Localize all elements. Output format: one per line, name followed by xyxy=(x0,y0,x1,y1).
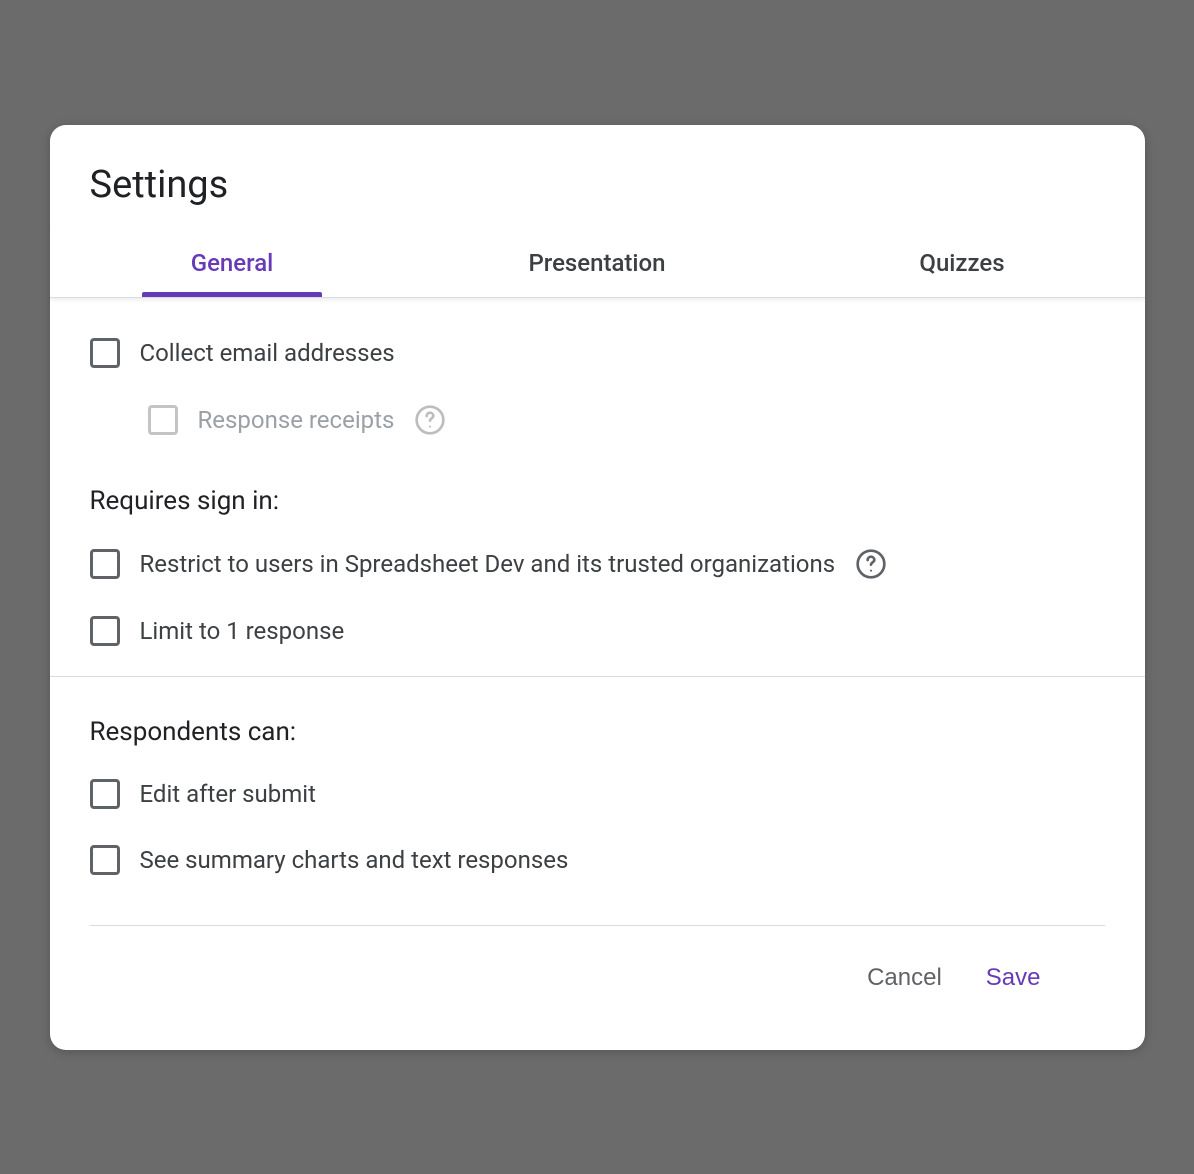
tab-quizzes[interactable]: Quizzes xyxy=(780,231,1145,297)
checkbox-restrict[interactable] xyxy=(90,549,120,579)
actions-wrapper: Cancel Save xyxy=(50,905,1145,1050)
label-edit-after-submit: Edit after submit xyxy=(140,780,316,808)
tab-label: Quizzes xyxy=(919,249,1004,277)
section-respondents: Respondents can: Edit after submit See s… xyxy=(50,676,1145,905)
checkbox-collect-email[interactable] xyxy=(90,338,120,368)
dialog-actions: Cancel Save xyxy=(90,925,1105,1050)
label-collect-email: Collect email addresses xyxy=(140,339,395,367)
tabs: General Presentation Quizzes xyxy=(50,231,1145,298)
row-collect-email: Collect email addresses xyxy=(90,338,1105,368)
tab-general[interactable]: General xyxy=(50,231,415,297)
heading-respondents: Respondents can: xyxy=(90,717,1105,747)
row-summary: See summary charts and text responses xyxy=(90,845,1105,875)
row-response-receipts: Response receipts xyxy=(90,404,1105,436)
settings-dialog: Settings General Presentation Quizzes Co… xyxy=(50,125,1145,1050)
label-summary: See summary charts and text responses xyxy=(140,846,569,874)
tab-label: General xyxy=(191,249,274,277)
save-button[interactable]: Save xyxy=(982,956,1045,1000)
checkbox-summary[interactable] xyxy=(90,845,120,875)
help-icon[interactable] xyxy=(855,548,887,580)
row-limit: Limit to 1 response xyxy=(90,616,1105,646)
checkbox-limit[interactable] xyxy=(90,616,120,646)
label-response-receipts: Response receipts xyxy=(198,406,395,434)
tab-presentation[interactable]: Presentation xyxy=(415,231,780,297)
label-limit: Limit to 1 response xyxy=(140,617,345,645)
checkbox-edit-after-submit[interactable] xyxy=(90,779,120,809)
row-edit-after-submit: Edit after submit xyxy=(90,779,1105,809)
tab-label: Presentation xyxy=(528,249,665,277)
dialog-title: Settings xyxy=(50,125,1145,231)
label-restrict: Restrict to users in Spreadsheet Dev and… xyxy=(140,550,836,578)
help-icon[interactable] xyxy=(414,404,446,436)
row-restrict: Restrict to users in Spreadsheet Dev and… xyxy=(90,548,1105,580)
dialog-content: Collect email addresses Response receipt… xyxy=(50,298,1145,1050)
section-signin: Requires sign in: Restrict to users in S… xyxy=(50,466,1145,676)
checkbox-response-receipts xyxy=(148,405,178,435)
heading-signin: Requires sign in: xyxy=(90,486,1105,516)
section-general-top: Collect email addresses Response receipt… xyxy=(50,298,1145,466)
cancel-button[interactable]: Cancel xyxy=(863,956,946,1000)
